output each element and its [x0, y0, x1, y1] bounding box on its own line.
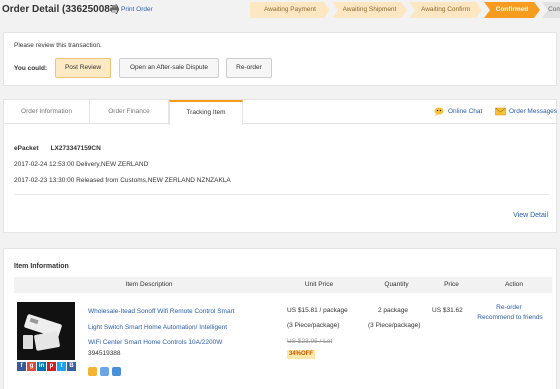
- tab-tracking-item[interactable]: Tracking Item: [169, 100, 243, 125]
- vk-icon[interactable]: B: [67, 362, 76, 371]
- tracking-number[interactable]: LX273347159CN: [51, 145, 101, 152]
- recommend-to-friends-link[interactable]: Recommend to friends: [469, 314, 551, 321]
- tracking-event: 2017-02-24 12:53:00 Delivery,NEW ZERLAND: [14, 161, 149, 168]
- page-title: Order Detail (336250087): [2, 4, 119, 15]
- linkedin-icon[interactable]: in: [37, 362, 46, 371]
- step-awaiting-shipment: Awaiting Shipment: [332, 2, 407, 18]
- order-messages-label: Order Messages: [509, 108, 558, 115]
- guarantee-icon: [100, 367, 109, 376]
- item-description-line: WiFi Center Smart Home Controls 10A/2200…: [88, 339, 223, 346]
- reorder-button[interactable]: Re-order: [226, 58, 272, 78]
- view-detail-link[interactable]: View Detail: [513, 212, 548, 219]
- print-order-label: Print Order: [121, 5, 153, 13]
- printer-icon: [110, 5, 119, 13]
- column-item-description: Item Description: [125, 281, 173, 288]
- discount-badge: 34%OFF: [287, 350, 316, 359]
- step-awaiting-payment: Awaiting Payment: [250, 2, 330, 18]
- product-photo: [23, 314, 62, 351]
- tracking-event: 2017-02-23 13:30:00 Released from Custom…: [14, 177, 231, 184]
- order-progress-steps: Awaiting Payment Awaiting Shipment Await…: [250, 2, 560, 18]
- envelope-icon: [495, 107, 506, 116]
- chat-icon: [434, 107, 444, 116]
- twitter-icon[interactable]: t: [57, 362, 66, 371]
- print-order-link[interactable]: Print Order: [110, 5, 153, 13]
- tracking-carrier: ePacket LX273347159CN: [14, 145, 101, 152]
- item-description-line: Light Switch Smart Home Automation/ Inte…: [88, 323, 228, 331]
- quantity-pack: (3 Piece/package): [368, 322, 421, 329]
- carrier-name: ePacket: [14, 145, 39, 152]
- tab-order-finance[interactable]: Order Finance: [90, 100, 169, 124]
- online-chat-label: Online Chat: [448, 108, 483, 115]
- review-actions-panel: Please review this transaction. You coul…: [3, 32, 557, 86]
- order-messages-link[interactable]: Order Messages: [495, 107, 557, 116]
- post-review-button[interactable]: Post Review: [55, 58, 111, 78]
- tab-order-information[interactable]: Order Information: [4, 100, 90, 124]
- item-description-line: Wholesale-Itead Sonoff Wifi Remote Contr…: [88, 308, 235, 315]
- seller-badges: [88, 367, 121, 376]
- column-unit-price: Unit Price: [304, 281, 334, 288]
- pinterest-icon[interactable]: p: [47, 362, 56, 371]
- item-table-header: Item Description Unit Price Quantity Pri…: [14, 277, 552, 293]
- step-complete: Complete: [542, 2, 560, 18]
- online-chat-link[interactable]: Online Chat: [434, 107, 482, 116]
- step-awaiting-confirm: Awaiting Confirm: [409, 2, 482, 18]
- order-tabs: Order Information Order Finance Tracking…: [4, 100, 558, 125]
- item-sku: 394519388: [88, 350, 121, 357]
- unit-price: US $15.81 / package: [287, 307, 348, 314]
- protection-icon: [112, 367, 121, 376]
- column-price: Price: [444, 281, 459, 288]
- original-price: US $23.95 / Lot: [287, 338, 333, 345]
- order-tabs-panel: Order Information Order Finance Tracking…: [3, 99, 558, 233]
- google-plus-icon[interactable]: g: [27, 362, 36, 371]
- share-icons: f g in p t B: [17, 362, 79, 371]
- facebook-icon[interactable]: f: [17, 362, 26, 371]
- quantity: 2 package: [378, 307, 408, 314]
- item-reorder-link[interactable]: Re-order: [474, 304, 544, 311]
- item-description-link[interactable]: Wholesale-Itead Sonoff Wifi Remote Contr…: [88, 304, 278, 351]
- open-dispute-button[interactable]: Open an After-sale Dispute: [119, 58, 219, 78]
- unit-price-pack: (3 Piece/package): [287, 322, 340, 329]
- product-image[interactable]: [17, 302, 75, 360]
- item-information-panel: Item Information Item Description Unit P…: [3, 248, 557, 389]
- you-could-label: You could:: [14, 65, 48, 72]
- line-price: US $31.62: [432, 307, 463, 314]
- verified-seller-icon: [88, 367, 97, 376]
- tracking-divider: [14, 194, 549, 195]
- review-prompt: Please review this transaction.: [14, 42, 102, 49]
- order-detail-page: Order Detail (336250087) Print Order Awa…: [0, 0, 560, 389]
- column-quantity: Quantity: [384, 281, 409, 288]
- step-confirmed: Confirmed: [484, 2, 540, 18]
- page-header: Order Detail (336250087) Print Order Awa…: [0, 0, 560, 20]
- item-information-title: Item Information: [14, 263, 69, 270]
- column-action: Action: [504, 281, 524, 288]
